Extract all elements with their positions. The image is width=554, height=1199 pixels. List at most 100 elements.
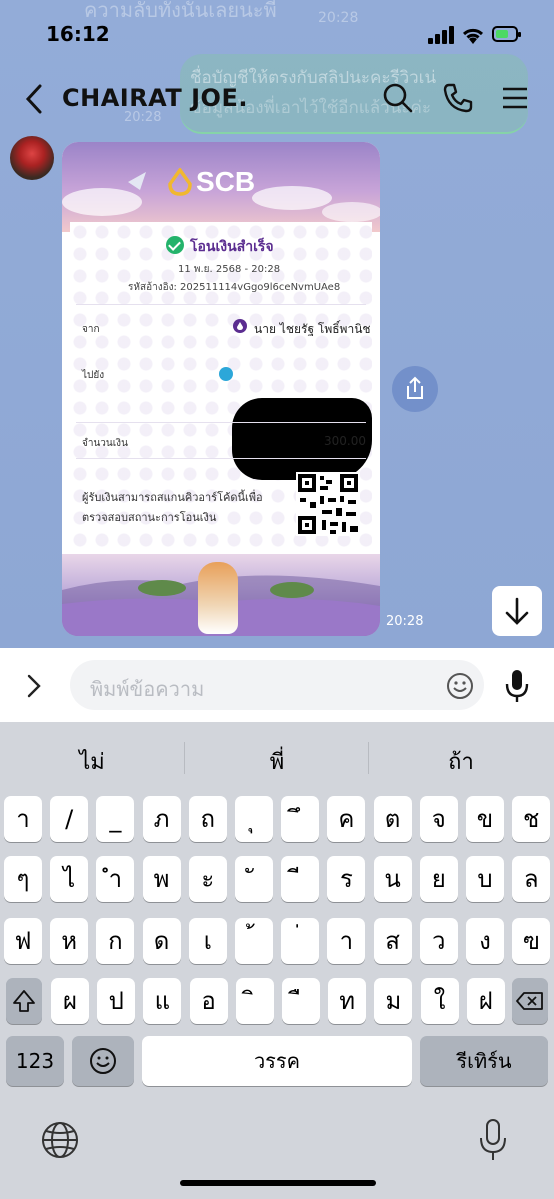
slip-status: โอนเงินสำเร็จ [190,239,274,255]
key-row3-5[interactable]: ้ [235,918,273,964]
key-row3-2[interactable]: ก [96,918,135,964]
wifi-icon [462,28,484,44]
scb-logo-icon [168,168,192,196]
search-icon[interactable] [382,82,414,114]
key-row4-2[interactable]: แ [143,978,182,1024]
key-row2-7[interactable]: ร [327,856,366,902]
scb-logo-text: SCB [196,166,256,197]
amount-value: 300.00 [324,434,366,448]
key-row1-1[interactable]: / [50,796,89,842]
message-input-placeholder: พิมพ์ข้อความ [90,677,205,701]
space-key[interactable]: วรรค [142,1036,412,1086]
suggestion-1[interactable]: ไม่ [2,744,182,779]
ghost-time-2: 20:28 [124,110,162,125]
key-row1-8[interactable]: ต [373,796,412,842]
arrow-down-icon [505,597,529,625]
key-row2-0[interactable]: ๆ [4,856,42,902]
emoji-icon[interactable] [446,672,474,700]
menu-icon[interactable] [500,82,532,114]
key-row1-9[interactable]: จ [419,796,458,842]
key-row3-1[interactable]: ห [50,918,89,964]
shift-icon [13,990,35,1012]
key-row2-5[interactable]: ั [235,856,273,902]
amount-label: จำนวนเงิน [82,438,128,449]
key-row4-1[interactable]: ป [97,978,136,1024]
qr-code-icon [296,472,360,536]
key-row1-6[interactable]: ึ [281,796,320,842]
key-row4-3[interactable]: อ [189,978,228,1024]
share-icon [407,376,423,399]
expand-chevron-icon[interactable] [24,672,44,700]
key-row1-11[interactable]: ช [512,796,551,842]
chat-title: CHAIRAT JOE. [62,84,248,112]
avatar[interactable] [10,136,54,180]
slip-reference: รหัสอ้างอิง: 202511114vGgo9l6ceNvmUAe8 [128,282,341,293]
numbers-key[interactable]: 123 [6,1036,64,1086]
backspace-key[interactable] [512,978,548,1024]
key-row3-6[interactable]: ่ [281,918,320,964]
key-row2-9[interactable]: ย [419,856,458,902]
key-row2-4[interactable]: ะ [188,856,227,902]
key-row4-0[interactable]: ผ [51,978,89,1024]
back-chevron-icon[interactable] [20,82,48,116]
dictation-mic-icon[interactable] [478,1118,508,1164]
qr-note-line2: ตรวจสอบสถานะการโอนเงิน [82,511,217,524]
key-row1-7[interactable]: ค [327,796,366,842]
key-row4-8[interactable]: ใ [420,978,459,1024]
message-input[interactable]: พิมพ์ข้อความ [70,660,484,710]
key-row4-6[interactable]: ท [328,978,367,1024]
key-row3-7[interactable]: า [327,918,366,964]
microphone-icon[interactable] [504,668,530,704]
from-name: นาย ไชยรัฐ โพธิ์พานิช [254,322,371,336]
key-row1-2[interactable]: _ [96,796,135,842]
shift-key[interactable] [6,978,42,1024]
key-row2-1[interactable]: ไ [50,856,89,902]
from-label: จาก [82,324,100,335]
key-row1-5[interactable]: ุ [235,796,273,842]
key-row2-6[interactable]: ี [281,856,320,902]
shiba-dog-illustration [198,562,238,634]
key-row1-0[interactable]: า [4,796,42,842]
key-row1-3[interactable]: ภ [142,796,181,842]
key-row3-0[interactable]: ฟ [4,918,42,964]
success-check-icon [166,236,184,254]
bank-icon [219,367,233,381]
status-time: 16:12 [46,22,110,46]
emoji-key[interactable] [72,1036,134,1086]
key-row3-3[interactable]: ด [142,918,181,964]
share-button[interactable] [392,366,438,412]
home-indicator [180,1180,376,1186]
backspace-icon [516,992,543,1010]
suggestion-3[interactable]: ถ้า [371,744,551,779]
key-row1-4[interactable]: ถ [188,796,227,842]
message-timestamp: 20:28 [386,614,424,629]
globe-icon[interactable] [40,1120,80,1160]
key-row1-10[interactable]: ข [466,796,504,842]
key-row3-8[interactable]: ส [373,918,412,964]
key-row3-10[interactable]: ง [466,918,504,964]
key-row2-2[interactable]: ำ [96,856,135,902]
slip-header-art: SCB [62,142,380,232]
key-row3-11[interactable]: ฃ [512,918,551,964]
suggestion-2[interactable]: พี่ [187,744,367,779]
qr-note-line1: ผู้รับเงินสามารถสแกนคิวอาร์โค้ดนี้เพื่อ [82,491,263,504]
slip-date: 11 พ.ย. 2568 - 20:28 [178,264,281,275]
cellular-signal-icon [428,26,456,44]
key-row4-5[interactable]: ื [282,978,320,1024]
scroll-to-bottom-button[interactable] [492,586,542,636]
key-row4-9[interactable]: ฝ [466,978,505,1024]
transfer-slip-image[interactable]: SCB โอนเงินสำเร็จ 11 พ.ย. 2568 - 20:28 ร… [62,142,380,636]
key-row3-4[interactable]: เ [188,918,227,964]
key-row2-10[interactable]: บ [466,856,504,902]
to-label: ไปยัง [82,370,105,381]
key-row4-7[interactable]: ม [374,978,413,1024]
key-row2-3[interactable]: พ [142,856,181,902]
emoji-keyboard-icon [90,1048,116,1074]
phone-icon[interactable] [442,82,474,114]
key-row4-4[interactable]: ิ [235,978,274,1024]
key-row3-9[interactable]: ว [419,918,458,964]
key-row2-8[interactable]: น [373,856,412,902]
key-row2-11[interactable]: ล [512,856,551,902]
return-key[interactable]: รีเทิร์น [420,1036,548,1086]
scb-small-icon [233,319,247,333]
